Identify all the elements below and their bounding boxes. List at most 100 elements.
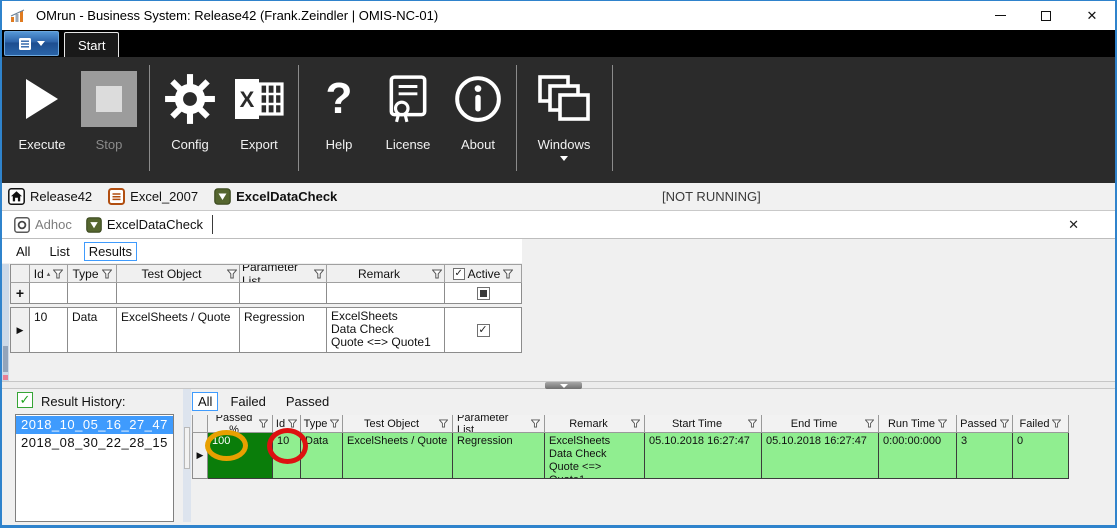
column-header-run-time[interactable]: Run Time: [879, 415, 957, 433]
new-cell-type[interactable]: [68, 283, 117, 304]
new-cell-remark[interactable]: [327, 283, 445, 304]
cell-type[interactable]: Data: [68, 308, 117, 353]
windows-button[interactable]: Windows: [524, 63, 604, 175]
splitter-collapse-handle[interactable]: [545, 382, 582, 389]
new-cell-test-object[interactable]: [117, 283, 240, 304]
tab-results-failed[interactable]: Failed: [224, 392, 271, 411]
cell-run-time[interactable]: 0:00:00:000: [879, 433, 957, 479]
splitter-thumb[interactable]: [184, 427, 190, 469]
cell-start-time[interactable]: 05.10.2018 16:27:47: [645, 433, 762, 479]
column-header-type[interactable]: Type: [68, 264, 117, 283]
license-button[interactable]: License: [375, 63, 441, 175]
triangle-down-icon: [214, 188, 231, 205]
close-tab-button[interactable]: ✕: [1068, 217, 1079, 233]
cell-test-object[interactable]: ExcelSheets / Quote: [343, 433, 453, 479]
select-all-checkbox[interactable]: ✓: [452, 267, 465, 280]
filter-icon[interactable]: [999, 419, 1009, 428]
filter-icon[interactable]: [227, 269, 237, 279]
tab-all[interactable]: All: [11, 242, 35, 261]
cell-remark[interactable]: ExcelSheets Data Check Quote <=> Quote1: [545, 433, 645, 479]
cell-active[interactable]: ✓: [445, 308, 522, 353]
column-header-start-time[interactable]: Start Time: [645, 415, 762, 433]
scrollbar-thumb[interactable]: [3, 346, 8, 372]
filter-icon[interactable]: [1052, 419, 1062, 428]
vertical-splitter[interactable]: [183, 389, 191, 522]
filter-icon[interactable]: [865, 419, 874, 428]
app-menu-button[interactable]: [4, 31, 59, 56]
add-row-icon[interactable]: +: [10, 283, 30, 304]
list-item[interactable]: 2018_08_30_22_28_15: [16, 434, 173, 452]
column-header-remark[interactable]: Remark: [545, 415, 645, 433]
column-header-test-object[interactable]: Test Object: [117, 264, 240, 283]
filter-icon[interactable]: [938, 419, 948, 428]
horizontal-splitter[interactable]: [2, 381, 1115, 389]
filter-icon[interactable]: [288, 419, 298, 428]
cell-passed[interactable]: 3: [957, 433, 1013, 479]
tab-results-all[interactable]: All: [192, 391, 219, 411]
tab-start[interactable]: Start: [64, 32, 120, 57]
result-row[interactable]: ▶ 100 10 Data ExcelSheets / Quote Regres…: [192, 433, 1069, 479]
column-header-test-object[interactable]: Test Object: [343, 415, 453, 433]
cell-end-time[interactable]: 05.10.2018 16:27:47: [762, 433, 879, 479]
filter-icon[interactable]: [259, 419, 268, 428]
column-header-id[interactable]: Id ▴: [30, 264, 68, 283]
execute-button[interactable]: Execute: [9, 63, 75, 175]
column-header-type[interactable]: Type: [301, 415, 343, 433]
new-row[interactable]: +: [10, 283, 522, 304]
filter-icon[interactable]: [330, 419, 340, 428]
new-cell-parameter-list[interactable]: [240, 283, 327, 304]
ribbon-separator: [516, 65, 517, 171]
column-header-remark[interactable]: Remark: [327, 264, 445, 283]
close-button[interactable]: ✕: [1069, 1, 1115, 30]
result-history-checkbox[interactable]: ✓: [17, 392, 33, 408]
window-title: OMrun - Business System: Release42 (Fran…: [36, 8, 439, 23]
tab-list[interactable]: List: [44, 242, 74, 261]
column-header-passed[interactable]: Passed: [957, 415, 1013, 433]
tab-adhoc[interactable]: Adhoc: [14, 216, 72, 233]
column-header-active[interactable]: ✓ Active: [445, 264, 522, 283]
cell-parameter-list[interactable]: Regression: [240, 308, 327, 353]
tab-exceldatacheck[interactable]: ExcelDataCheck: [86, 216, 203, 233]
cell-id[interactable]: 10: [30, 308, 68, 353]
menu-icon: [19, 37, 31, 50]
cell-type[interactable]: Data: [301, 433, 343, 479]
new-cell-id[interactable]: [30, 283, 68, 304]
filter-icon[interactable]: [432, 269, 442, 279]
tab-results[interactable]: Results: [83, 241, 138, 261]
export-button[interactable]: X Export: [226, 63, 292, 175]
filter-icon[interactable]: [531, 419, 540, 428]
cell-remark[interactable]: ExcelSheets Data Check Quote <=> Quote1: [327, 308, 445, 353]
indeterminate-checkbox[interactable]: [476, 286, 490, 300]
breadcrumb-item-datastore[interactable]: Excel_2007: [130, 189, 198, 204]
active-checkbox[interactable]: ✓: [476, 323, 490, 337]
minimize-button[interactable]: [977, 1, 1023, 30]
column-header-parameter-list[interactable]: Parameter List: [453, 415, 545, 433]
filter-icon[interactable]: [314, 269, 324, 279]
filter-icon[interactable]: [631, 419, 640, 428]
filter-icon[interactable]: [439, 419, 448, 428]
cell-test-object[interactable]: ExcelSheets / Quote: [117, 308, 240, 353]
list-item[interactable]: 2018_10_05_16_27_47: [16, 416, 173, 434]
filter-icon[interactable]: [53, 269, 64, 279]
config-button[interactable]: Config: [157, 63, 223, 175]
column-header-parameter-list[interactable]: Parameter List: [240, 264, 327, 283]
tab-results-passed[interactable]: Passed: [280, 392, 335, 411]
new-cell-active[interactable]: [445, 283, 522, 304]
certificate-icon: [389, 75, 427, 123]
cell-failed[interactable]: 0: [1013, 433, 1069, 479]
breadcrumb-item-release[interactable]: Release42: [30, 189, 92, 204]
filter-icon[interactable]: [101, 269, 112, 279]
filter-icon[interactable]: [503, 269, 514, 279]
cell-parameter-list[interactable]: Regression: [453, 433, 545, 479]
breadcrumb-item-testcase[interactable]: ExcelDataCheck: [236, 189, 337, 204]
about-button[interactable]: About: [445, 63, 511, 175]
maximize-button[interactable]: [1023, 1, 1069, 30]
row-selector[interactable]: ▶: [10, 308, 30, 353]
filter-icon[interactable]: [748, 419, 757, 428]
column-header-failed[interactable]: Failed: [1013, 415, 1069, 433]
column-header-end-time[interactable]: End Time: [762, 415, 879, 433]
help-button[interactable]: ? Help: [306, 63, 372, 175]
vertical-scrollbar[interactable]: [2, 264, 9, 381]
results-tab-strip: All Failed Passed: [192, 390, 343, 412]
table-row[interactable]: ▶ 10 Data ExcelSheets / Quote Regression…: [10, 307, 522, 353]
